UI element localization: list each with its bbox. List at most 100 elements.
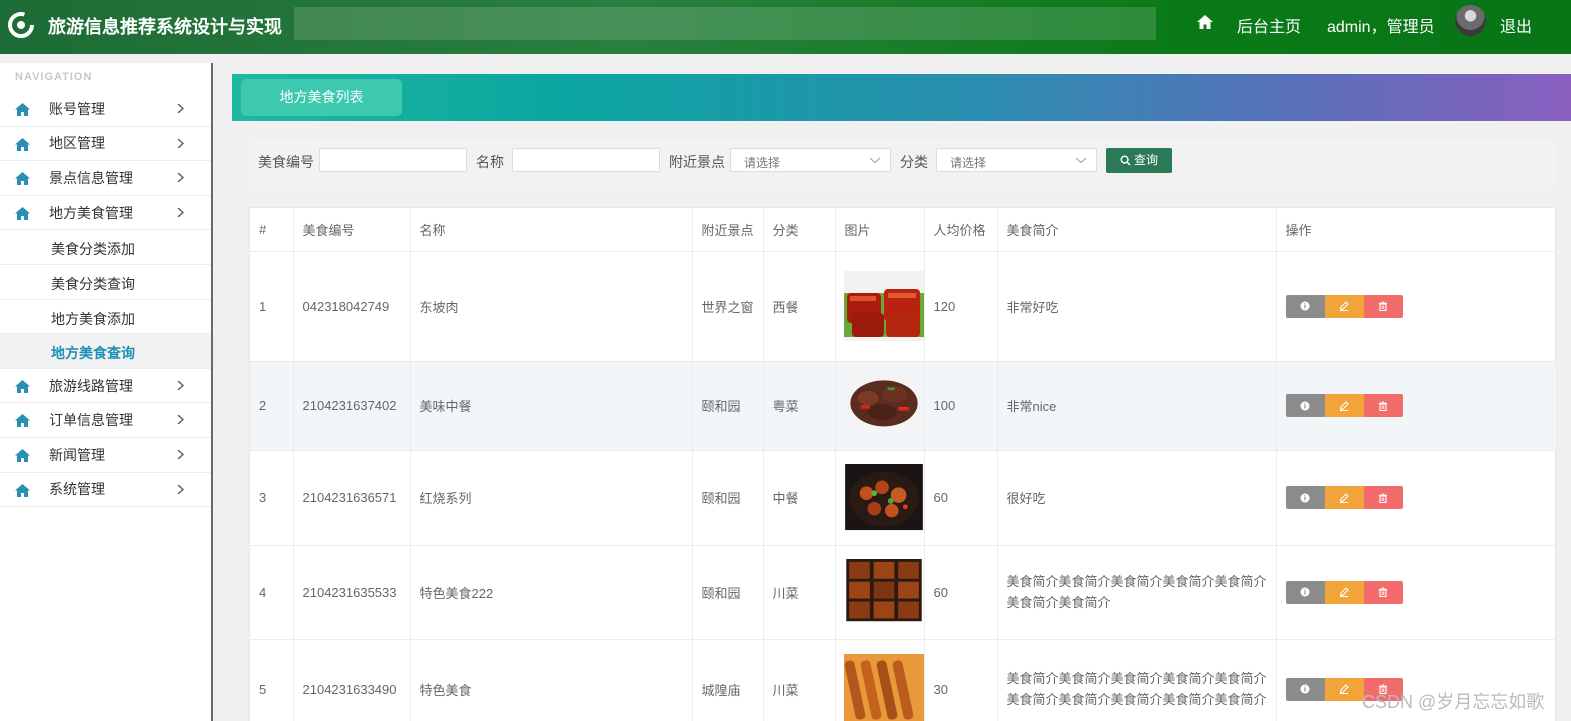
- sidebar-subitem-food-category-add[interactable]: 美食分类添加: [0, 230, 211, 265]
- chevron-right-icon: [177, 415, 184, 425]
- tab-bar: 地方美食列表: [232, 74, 1571, 121]
- nearby-spot: 城隍庙: [692, 639, 764, 721]
- image-cell: [835, 545, 925, 640]
- info-icon: [1300, 401, 1310, 410]
- detail-button[interactable]: [1285, 677, 1325, 701]
- search-bar: 美食编号 名称 附近景点 请选择 分类 请选择 查询: [249, 140, 1555, 189]
- edit-button[interactable]: [1324, 394, 1364, 417]
- column-header: 附近景点: [692, 208, 764, 252]
- top-header: 旅游信息推荐系统设计与实现 后台主页 admin，管理员 退出: [0, 0, 1571, 54]
- table-row: 3 2104231636571 红烧系列 颐和园 中餐 60 很好吃: [250, 450, 1557, 546]
- logout-link[interactable]: 退出: [1500, 13, 1532, 37]
- delete-button[interactable]: [1363, 486, 1403, 509]
- food-image[interactable]: [844, 374, 924, 437]
- trash-icon: [1379, 587, 1387, 597]
- category: 粤菜: [763, 361, 836, 451]
- sidebar-item-account[interactable]: 账号管理: [0, 92, 211, 127]
- sidebar-item-local-food[interactable]: 地方美食管理: [0, 196, 211, 231]
- sidebar-subitem-local-food-query[interactable]: 地方美食查询: [0, 334, 211, 369]
- detail-button[interactable]: [1285, 294, 1325, 318]
- trash-icon: [1379, 492, 1387, 503]
- home-icon: [15, 206, 30, 220]
- edit-button[interactable]: [1324, 677, 1364, 701]
- avg-price: 30: [924, 639, 998, 721]
- chevron-down-icon: [870, 157, 880, 164]
- home-icon[interactable]: [1196, 13, 1214, 31]
- category: 川菜: [763, 639, 836, 721]
- detail-button[interactable]: [1285, 394, 1325, 417]
- sidebar-item-region[interactable]: 地区管理: [0, 127, 211, 162]
- delete-button[interactable]: [1363, 394, 1403, 417]
- edit-button[interactable]: [1324, 294, 1364, 318]
- name-input[interactable]: [512, 148, 660, 172]
- table-header-row: # 美食编号 名称 附近景点 分类 图片 人均价格 美食简介 操作: [250, 208, 1557, 252]
- pencil-icon: [1339, 587, 1349, 597]
- sidebar-item-scenic[interactable]: 景点信息管理: [0, 161, 211, 196]
- row-number: 4: [250, 545, 294, 640]
- sidebar-item-order[interactable]: 订单信息管理: [0, 403, 211, 438]
- sidebar-divider: [211, 63, 213, 721]
- chevron-down-icon: [1076, 157, 1086, 164]
- image-cell: [835, 361, 925, 451]
- table-row: 4 2104231635533 特色美食222 颐和园 川菜 60 美食简介美食…: [250, 545, 1557, 640]
- delete-button[interactable]: [1363, 580, 1403, 604]
- edit-button[interactable]: [1324, 486, 1364, 509]
- food-image[interactable]: [843, 271, 924, 341]
- pencil-icon: [1339, 400, 1349, 411]
- sidebar-item-system[interactable]: 系统管理: [0, 473, 211, 508]
- column-header: 图片: [835, 208, 925, 252]
- home-icon: [15, 483, 30, 497]
- food-code: 2104231635533: [293, 545, 411, 640]
- food-code: 2104231633490: [293, 639, 411, 721]
- chevron-right-icon: [177, 138, 184, 148]
- food-intro: 很好吃: [997, 450, 1277, 546]
- sidebar-subitem-label: 美食分类添加: [51, 241, 135, 258]
- chevron-right-icon: [177, 104, 184, 113]
- nearby-spot: 颐和园: [692, 545, 764, 640]
- detail-button[interactable]: [1285, 580, 1325, 604]
- edit-button[interactable]: [1324, 580, 1364, 604]
- column-header: 分类: [763, 208, 836, 252]
- sidebar-subitem-label: 美食分类查询: [51, 275, 135, 292]
- chevron-right-icon: [177, 380, 184, 390]
- food-code-input[interactable]: [319, 148, 467, 172]
- avatar[interactable]: [1455, 5, 1486, 36]
- nearby-spot-select[interactable]: 请选择: [730, 148, 891, 172]
- food-name: 美味中餐: [410, 361, 693, 451]
- delete-button[interactable]: [1363, 294, 1403, 318]
- category: 西餐: [763, 251, 836, 362]
- row-number: 5: [250, 639, 294, 721]
- search-icon: [1120, 155, 1131, 166]
- sidebar-subitem-local-food-add[interactable]: 地方美食添加: [0, 300, 211, 335]
- sidebar-item-news[interactable]: 新闻管理: [0, 438, 211, 473]
- nearby-spot: 颐和园: [692, 450, 764, 546]
- column-header: 名称: [410, 208, 693, 252]
- category: 川菜: [763, 545, 836, 640]
- nearby-spot-select-value: 请选择: [744, 156, 781, 170]
- sidebar-subitem-food-category-query[interactable]: 美食分类查询: [0, 265, 211, 300]
- home-icon: [15, 103, 30, 116]
- user-menu[interactable]: admin，管理员: [1327, 13, 1435, 37]
- pencil-icon: [1339, 301, 1349, 311]
- info-icon: [1300, 587, 1310, 597]
- tab-local-food-list[interactable]: 地方美食列表: [241, 79, 402, 116]
- food-code: 2104231637402: [293, 361, 411, 451]
- pencil-icon: [1339, 684, 1349, 694]
- detail-button[interactable]: [1285, 486, 1325, 509]
- food-image[interactable]: [843, 654, 924, 721]
- chevron-right-icon: [177, 207, 184, 217]
- logo-icon: [8, 12, 34, 38]
- search-button[interactable]: 查询: [1106, 148, 1172, 173]
- food-image[interactable]: [844, 463, 924, 532]
- food-name: 东坡肉: [410, 251, 693, 362]
- food-image[interactable]: [844, 559, 924, 625]
- sidebar-item-travel-route[interactable]: 旅游线路管理: [0, 369, 211, 404]
- table-row: 1 042318042749 东坡肉 世界之窗 西餐 120 非常好吃: [250, 251, 1557, 362]
- nav-heading: NAVIGATION: [15, 71, 93, 83]
- food-intro: 非常nice: [997, 361, 1277, 451]
- food-code-label: 美食编号: [258, 154, 314, 170]
- category-select[interactable]: 请选择: [936, 148, 1097, 172]
- backend-home-link[interactable]: 后台主页: [1237, 13, 1301, 37]
- category-label: 分类: [900, 154, 928, 170]
- chevron-right-icon: [177, 173, 184, 183]
